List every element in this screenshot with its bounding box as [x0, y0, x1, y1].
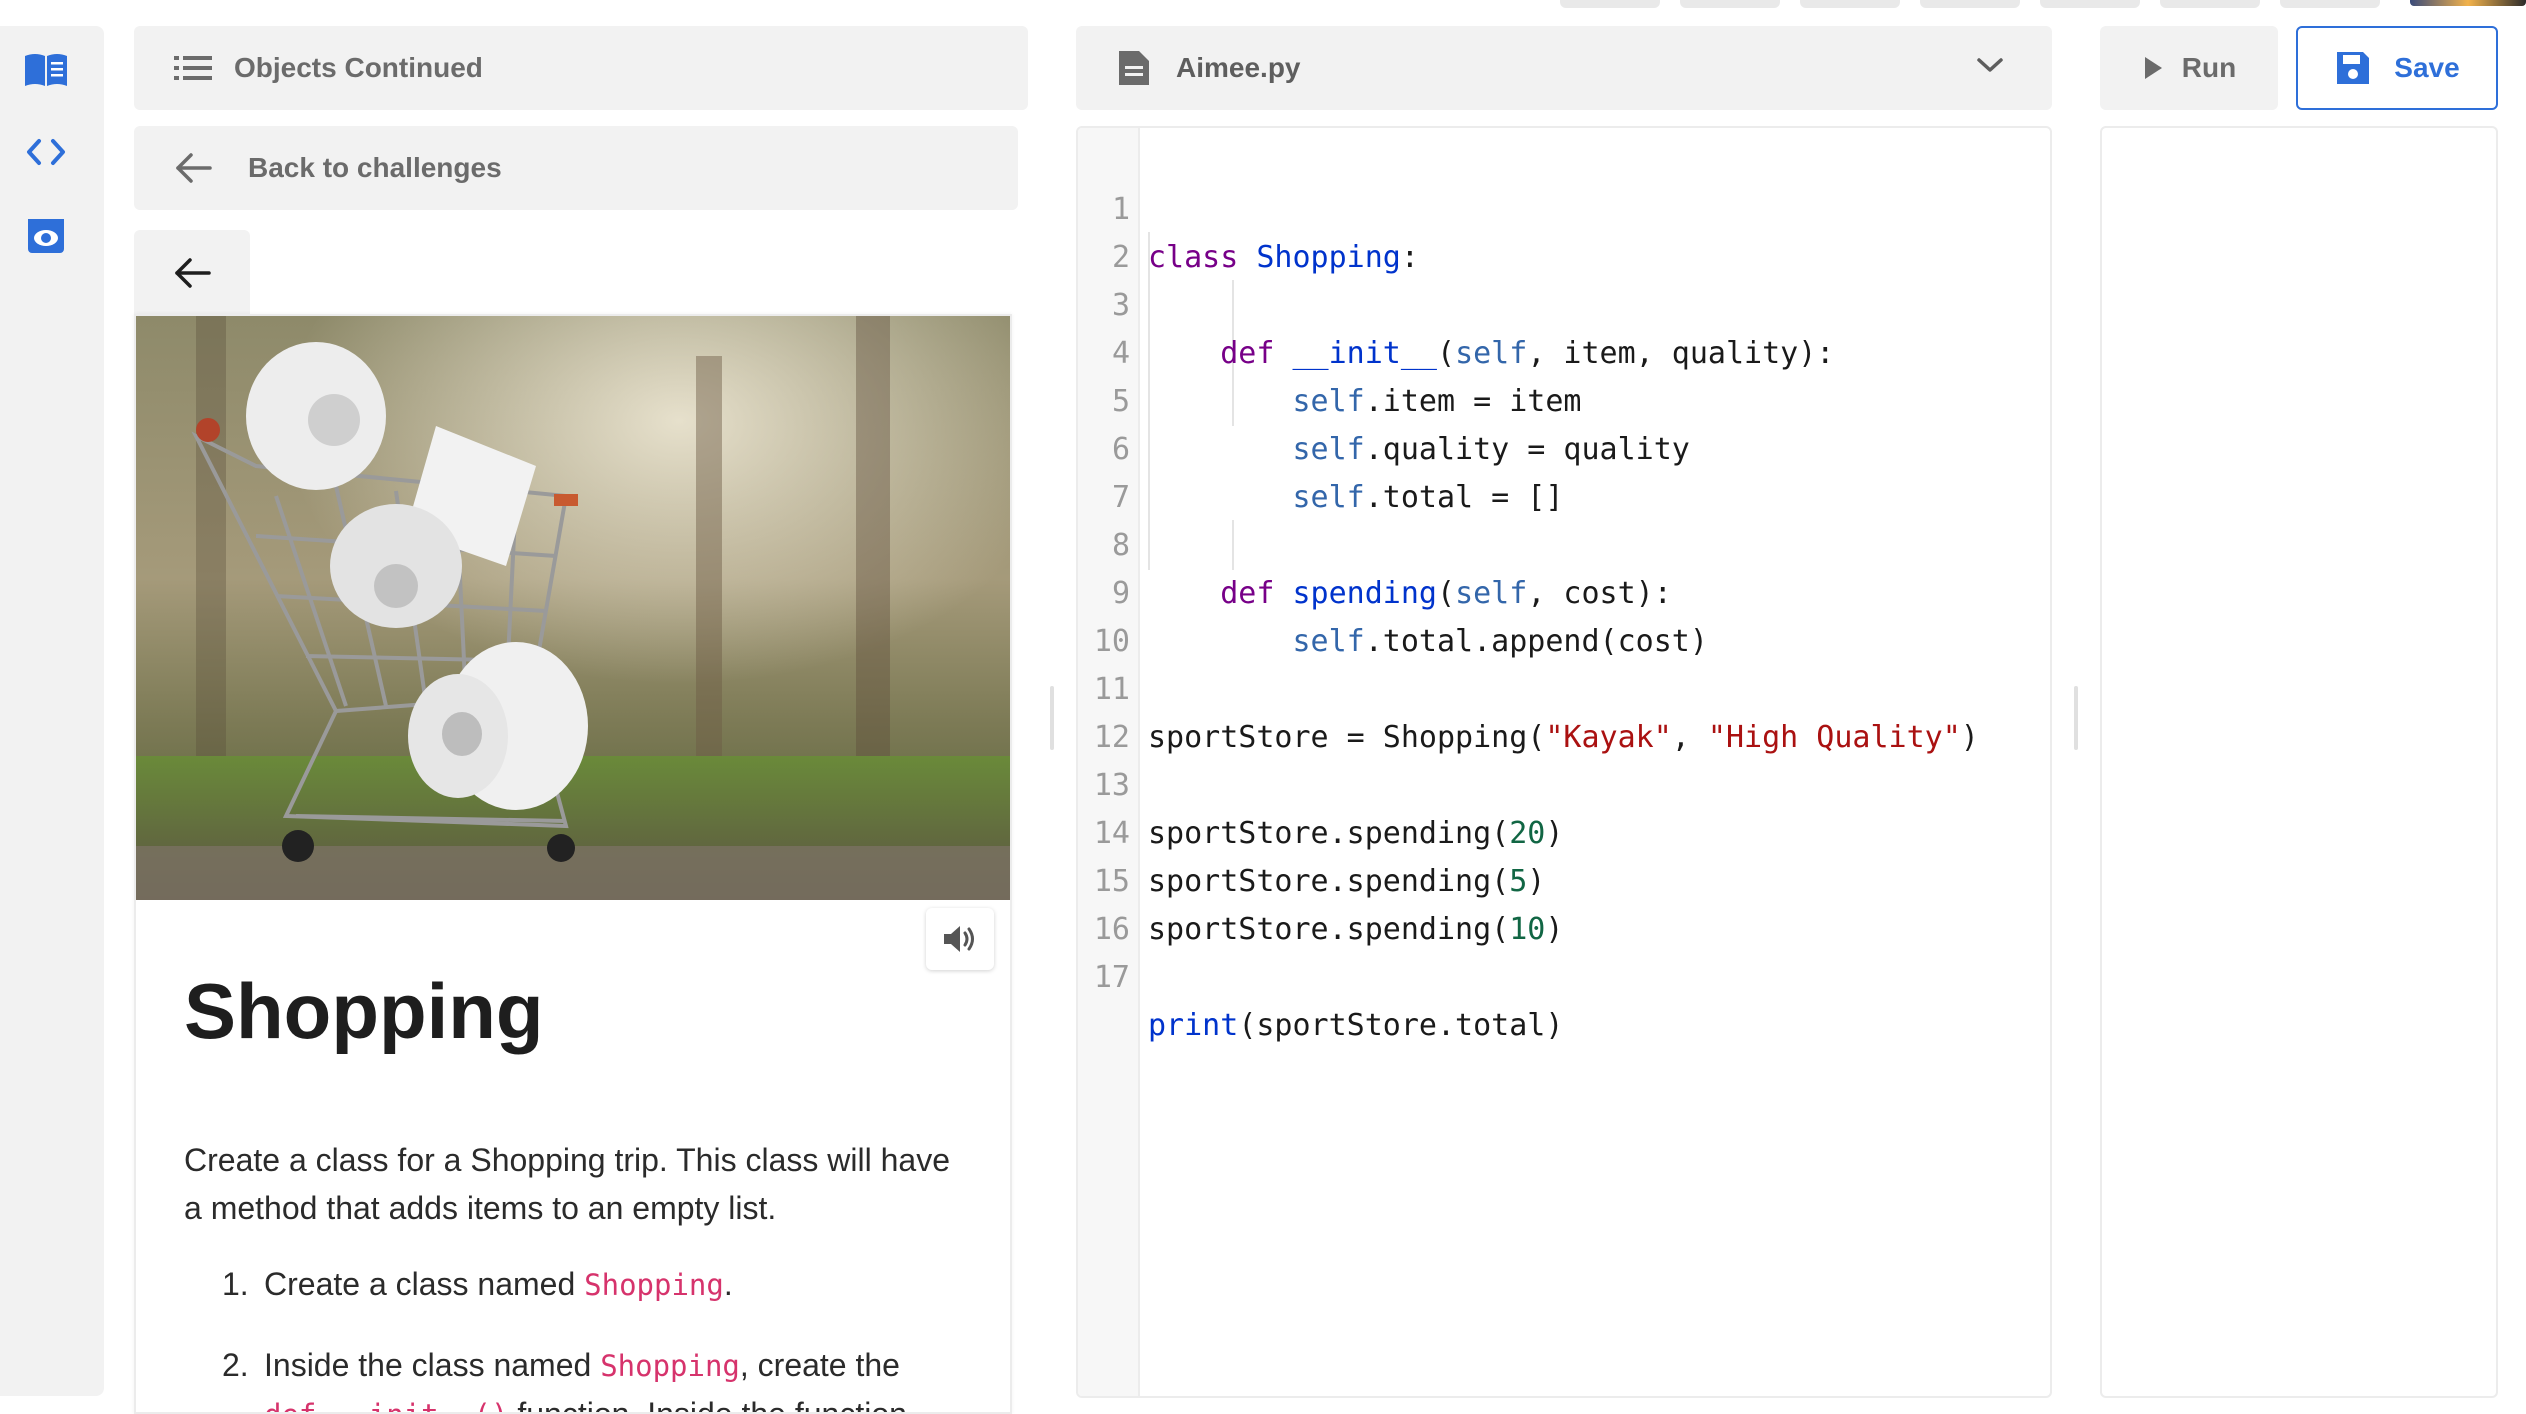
back-to-challenges-button[interactable]: Back to challenges	[134, 126, 1018, 210]
code-line: 1 class Shopping:	[1111, 192, 1419, 275]
arrow-left-icon	[173, 257, 211, 289]
play-icon	[2142, 55, 2164, 81]
list-icon	[174, 55, 212, 81]
file-name: Aimee.py	[1176, 52, 1301, 83]
challenge-card: Shopping Create a class for a Shopping t…	[134, 314, 1012, 1414]
previous-step-button[interactable]	[134, 230, 250, 316]
file-icon	[1116, 48, 1152, 88]
code-line: 6 self.total = []	[1111, 432, 1564, 515]
file-selector[interactable]: Aimee.py	[1076, 26, 2052, 110]
top-tab-fragment	[2040, 0, 2140, 8]
arrow-left-icon	[174, 152, 212, 184]
top-tab-fragment	[2280, 0, 2380, 8]
section-title-bar[interactable]: Objects Continued	[134, 26, 1028, 110]
inline-code: def __init__()	[264, 1398, 508, 1412]
challenge-description: Create a class for a Shopping trip. This…	[184, 1142, 950, 1226]
code-editor[interactable]: 1 class Shopping: 2 3 def __init__(self,…	[1076, 126, 2052, 1398]
hero-image	[136, 316, 1010, 900]
save-label: Save	[2394, 52, 2460, 83]
rail-preview-button[interactable]	[20, 212, 72, 264]
section-title: Objects Continued	[234, 52, 483, 83]
code-icon	[25, 137, 67, 172]
panel-resize-handle[interactable]	[2074, 686, 2078, 750]
run-label: Run	[2181, 52, 2237, 83]
output-panel[interactable]	[2100, 126, 2498, 1398]
save-icon	[2334, 49, 2372, 87]
code-line: 12	[1093, 720, 1130, 755]
step-list: 1. Create a class named Shopping. 2. Ins…	[222, 1260, 982, 1412]
eye-icon	[26, 217, 66, 260]
speaker-icon	[941, 923, 979, 955]
code-line: 15 sportStore.spending(10)	[1093, 864, 1564, 947]
list-item: 1. Create a class named Shopping.	[222, 1266, 733, 1302]
avatar[interactable]	[2410, 0, 2526, 6]
read-aloud-button[interactable]	[926, 908, 994, 970]
code-line: 7	[1111, 480, 1130, 515]
top-tab-fragment	[2160, 0, 2260, 8]
icon-rail	[0, 26, 104, 1396]
code-line: 13 sportStore.spending(20)	[1093, 768, 1564, 851]
code-line: 10	[1093, 624, 1130, 659]
top-tab-fragment	[1800, 0, 1900, 8]
code-line: 11 sportStore = Shopping("Kayak", "High …	[1093, 672, 1979, 755]
code-line: 2	[1111, 240, 1130, 275]
inline-code: Shopping	[584, 1268, 724, 1302]
run-button[interactable]: Run	[2100, 26, 2278, 110]
list-item: 2. Inside the class named Shopping, crea…	[222, 1341, 982, 1412]
save-button[interactable]: Save	[2296, 26, 2498, 110]
chevron-down-icon	[1976, 56, 2004, 74]
top-tab-fragment	[1680, 0, 1780, 8]
top-tab-fragment	[1560, 0, 1660, 8]
app-root: Objects Continued Back to challenges Sho…	[0, 0, 2526, 1414]
code-line: 14 sportStore.spending(5)	[1093, 816, 1546, 899]
code-line: 8 def spending(self, cost):	[1111, 528, 1672, 611]
code-line: 17 print(sportStore.total)	[1093, 960, 1564, 1043]
challenge-title: Shopping	[184, 967, 544, 1055]
book-icon	[23, 51, 69, 94]
top-tab-fragment	[1920, 0, 2020, 8]
code-line: 3 def __init__(self, item, quality):	[1111, 288, 1835, 371]
code-line: 16	[1093, 912, 1130, 947]
code-line: 9 self.total.append(cost)	[1111, 576, 1708, 659]
inline-code: Shopping	[600, 1349, 740, 1383]
panel-resize-handle[interactable]	[1050, 686, 1054, 750]
back-label: Back to challenges	[248, 152, 502, 183]
code-line: 4 self.item = item	[1111, 336, 1582, 419]
rail-code-button[interactable]	[20, 128, 72, 180]
code-line: 5 self.quality = quality	[1111, 384, 1690, 467]
rail-instructions-button[interactable]	[20, 46, 72, 98]
